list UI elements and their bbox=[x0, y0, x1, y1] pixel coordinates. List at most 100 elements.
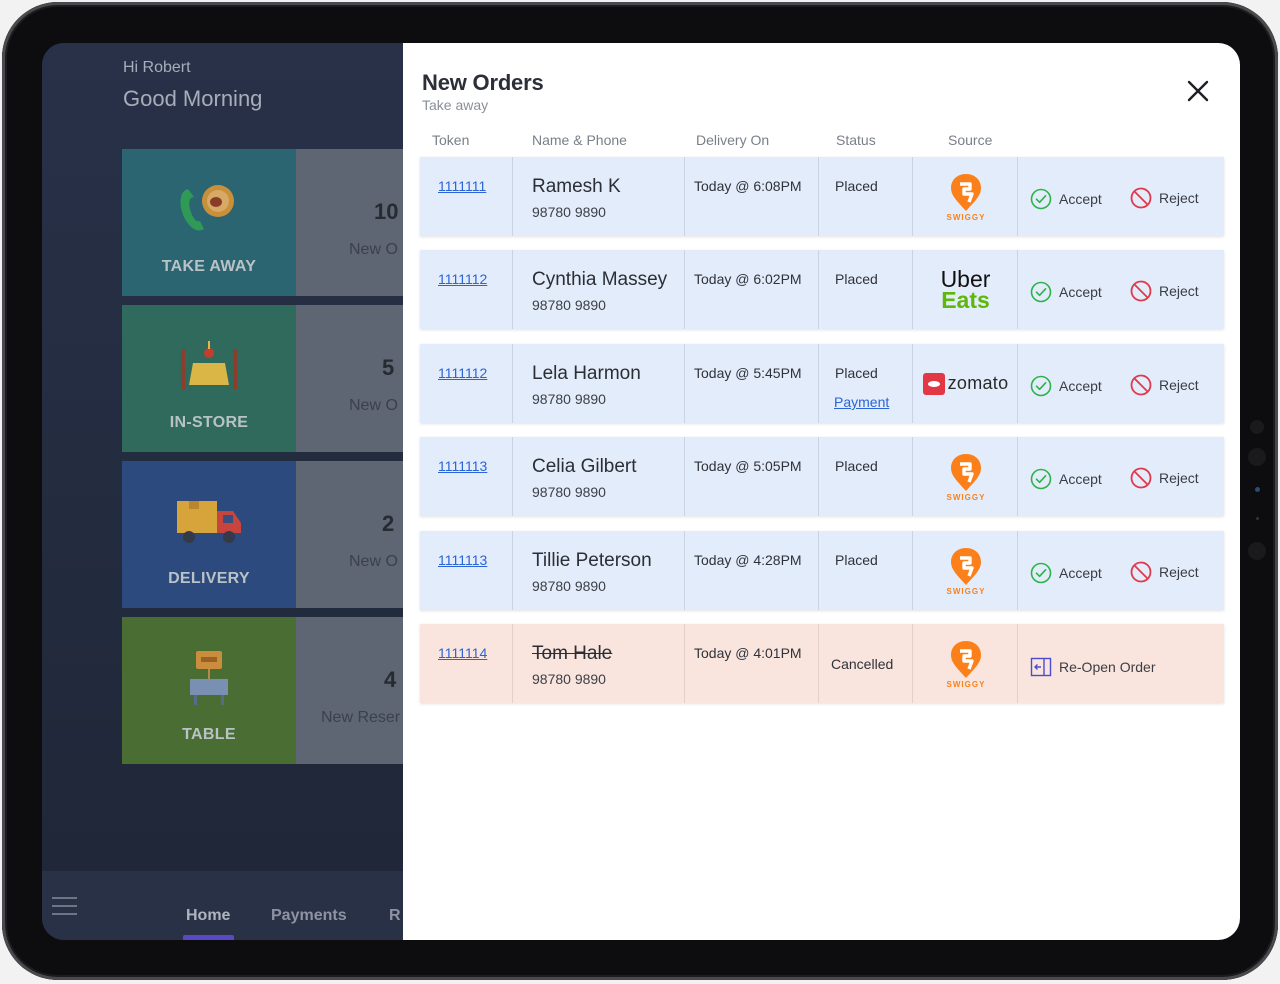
check-circle-icon bbox=[1030, 375, 1052, 397]
tile-label: DELIVERY bbox=[168, 570, 250, 587]
customer-phone: 98780 9890 bbox=[532, 204, 606, 220]
close-icon[interactable] bbox=[1185, 78, 1211, 104]
tile-delivery[interactable]: DELIVERY bbox=[122, 461, 296, 608]
reject-label: Reject bbox=[1159, 190, 1199, 206]
order-token-link[interactable]: 1111111 bbox=[438, 178, 486, 194]
order-count: 2 bbox=[382, 511, 395, 536]
uber-eats-logo: Uber Eats bbox=[913, 250, 1018, 329]
order-status: Placed bbox=[835, 552, 878, 568]
payment-link[interactable]: Payment bbox=[834, 394, 889, 410]
delivery-time: Today @ 4:01PM bbox=[694, 645, 802, 661]
order-token-link[interactable]: 1111112 bbox=[438, 271, 487, 287]
reopen-order-button[interactable]: Re-Open Order bbox=[1030, 657, 1155, 677]
reject-button[interactable]: Reject bbox=[1130, 187, 1199, 209]
reject-button[interactable]: Reject bbox=[1130, 280, 1199, 302]
order-count: 10 bbox=[374, 199, 399, 224]
order-token-link[interactable]: 1111113 bbox=[438, 458, 487, 474]
count-caption: New O bbox=[349, 397, 398, 414]
ban-icon bbox=[1130, 374, 1152, 396]
accept-button[interactable]: Accept bbox=[1030, 468, 1102, 490]
accept-label: Accept bbox=[1059, 284, 1102, 300]
ban-icon bbox=[1130, 187, 1152, 209]
nav-active-indicator bbox=[183, 935, 234, 940]
order-token-link[interactable]: 1111113 bbox=[438, 552, 487, 568]
count-card-take-away[interactable]: 10 New O bbox=[296, 149, 403, 296]
greeting-name: Hi Robert bbox=[123, 59, 191, 76]
sensor-dot-2 bbox=[1248, 542, 1266, 560]
customer-name: Cynthia Massey bbox=[532, 269, 668, 290]
reject-button[interactable]: Reject bbox=[1130, 374, 1199, 396]
column-header-status: Status bbox=[836, 132, 876, 148]
sensor-dot bbox=[1248, 448, 1266, 466]
order-count: 4 bbox=[384, 667, 397, 692]
count-card-table[interactable]: 4 New Reser bbox=[296, 617, 403, 764]
tile-label: TAKE AWAY bbox=[161, 258, 257, 275]
swiggy-logo: SWIGGY bbox=[913, 531, 1018, 610]
tile-take-away[interactable]: TAKE AWAY bbox=[122, 149, 296, 296]
nav-payments[interactable]: Payments bbox=[271, 907, 347, 925]
customer-name: Tillie Peterson bbox=[532, 550, 652, 571]
reserved-table-icon bbox=[122, 647, 296, 707]
zomato-logo: zomato bbox=[913, 344, 1018, 423]
ban-icon bbox=[1130, 467, 1152, 489]
customer-name: Ramesh K bbox=[532, 176, 621, 197]
mic-dot bbox=[1256, 517, 1259, 520]
swiggy-wordmark: SWIGGY bbox=[946, 493, 985, 502]
swiggy-wordmark: SWIGGY bbox=[946, 213, 985, 222]
order-status: Placed bbox=[835, 178, 878, 194]
tile-table[interactable]: TABLE bbox=[122, 617, 296, 764]
camera-lens bbox=[1255, 487, 1260, 492]
order-row: 1111111 Ramesh K 98780 9890 Today @ 6:08… bbox=[420, 157, 1224, 236]
new-orders-panel: New Orders Take away Token Name & Phone … bbox=[403, 43, 1240, 940]
tile-label: TABLE bbox=[182, 726, 236, 743]
accept-button[interactable]: Accept bbox=[1030, 188, 1102, 210]
customer-phone: 98780 9890 bbox=[532, 671, 606, 687]
swiggy-logo: SWIGGY bbox=[913, 437, 1018, 516]
column-header-name-phone: Name & Phone bbox=[532, 132, 627, 148]
check-circle-icon bbox=[1030, 562, 1052, 584]
order-status: Cancelled bbox=[831, 656, 894, 672]
customer-name: Tom Hale bbox=[532, 643, 613, 664]
order-token-link[interactable]: 1111112 bbox=[438, 365, 487, 381]
count-caption: New O bbox=[349, 553, 398, 570]
hamburger-menu-icon[interactable] bbox=[52, 897, 77, 915]
accept-button[interactable]: Accept bbox=[1030, 281, 1102, 303]
order-status: Placed bbox=[835, 458, 878, 474]
nav-partial-item[interactable]: R bbox=[389, 907, 401, 925]
order-status: Placed bbox=[835, 271, 878, 287]
count-card-in-store[interactable]: 5 New O bbox=[296, 305, 403, 452]
takeaway-icon bbox=[122, 179, 296, 239]
order-token-link[interactable]: 1111114 bbox=[438, 645, 487, 661]
bottom-nav: Home Payments R bbox=[42, 871, 403, 940]
tablet-frame: Hi Robert Good Morning TAKE AWAY IN-STOR… bbox=[2, 2, 1278, 980]
swiggy-logo: SWIGGY bbox=[913, 624, 1018, 703]
nav-home[interactable]: Home bbox=[186, 907, 230, 925]
panel-subtitle: Take away bbox=[422, 97, 489, 113]
tile-in-store[interactable]: IN-STORE bbox=[122, 305, 296, 452]
accept-button[interactable]: Accept bbox=[1030, 562, 1102, 584]
column-header-delivery-on: Delivery On bbox=[696, 132, 770, 148]
customer-phone: 98780 9890 bbox=[532, 484, 606, 500]
order-row: 1111112 Cynthia Massey 98780 9890 Today … bbox=[420, 250, 1224, 329]
delivery-truck-icon bbox=[122, 491, 296, 551]
reopen-icon bbox=[1030, 657, 1052, 677]
customer-phone: 98780 9890 bbox=[532, 578, 606, 594]
reject-button[interactable]: Reject bbox=[1130, 561, 1199, 583]
screen: Hi Robert Good Morning TAKE AWAY IN-STOR… bbox=[42, 43, 1240, 940]
check-circle-icon bbox=[1030, 281, 1052, 303]
accept-label: Accept bbox=[1059, 471, 1102, 487]
count-card-delivery[interactable]: 2 New O bbox=[296, 461, 403, 608]
panel-title: New Orders bbox=[422, 70, 544, 95]
accept-button[interactable]: Accept bbox=[1030, 375, 1102, 397]
reject-button[interactable]: Reject bbox=[1130, 467, 1199, 489]
order-status: Placed bbox=[835, 365, 878, 381]
reject-label: Reject bbox=[1159, 564, 1199, 580]
swiggy-wordmark: SWIGGY bbox=[946, 680, 985, 689]
camera-dot bbox=[1250, 420, 1264, 434]
customer-phone: 98780 9890 bbox=[532, 391, 606, 407]
order-row-cancelled: 1111114 Tom Hale 98780 9890 Today @ 4:01… bbox=[420, 624, 1224, 703]
delivery-time: Today @ 6:08PM bbox=[694, 178, 802, 194]
customer-name: Celia Gilbert bbox=[532, 456, 637, 477]
delivery-time: Today @ 4:28PM bbox=[694, 552, 802, 568]
customer-name: Lela Harmon bbox=[532, 363, 641, 384]
